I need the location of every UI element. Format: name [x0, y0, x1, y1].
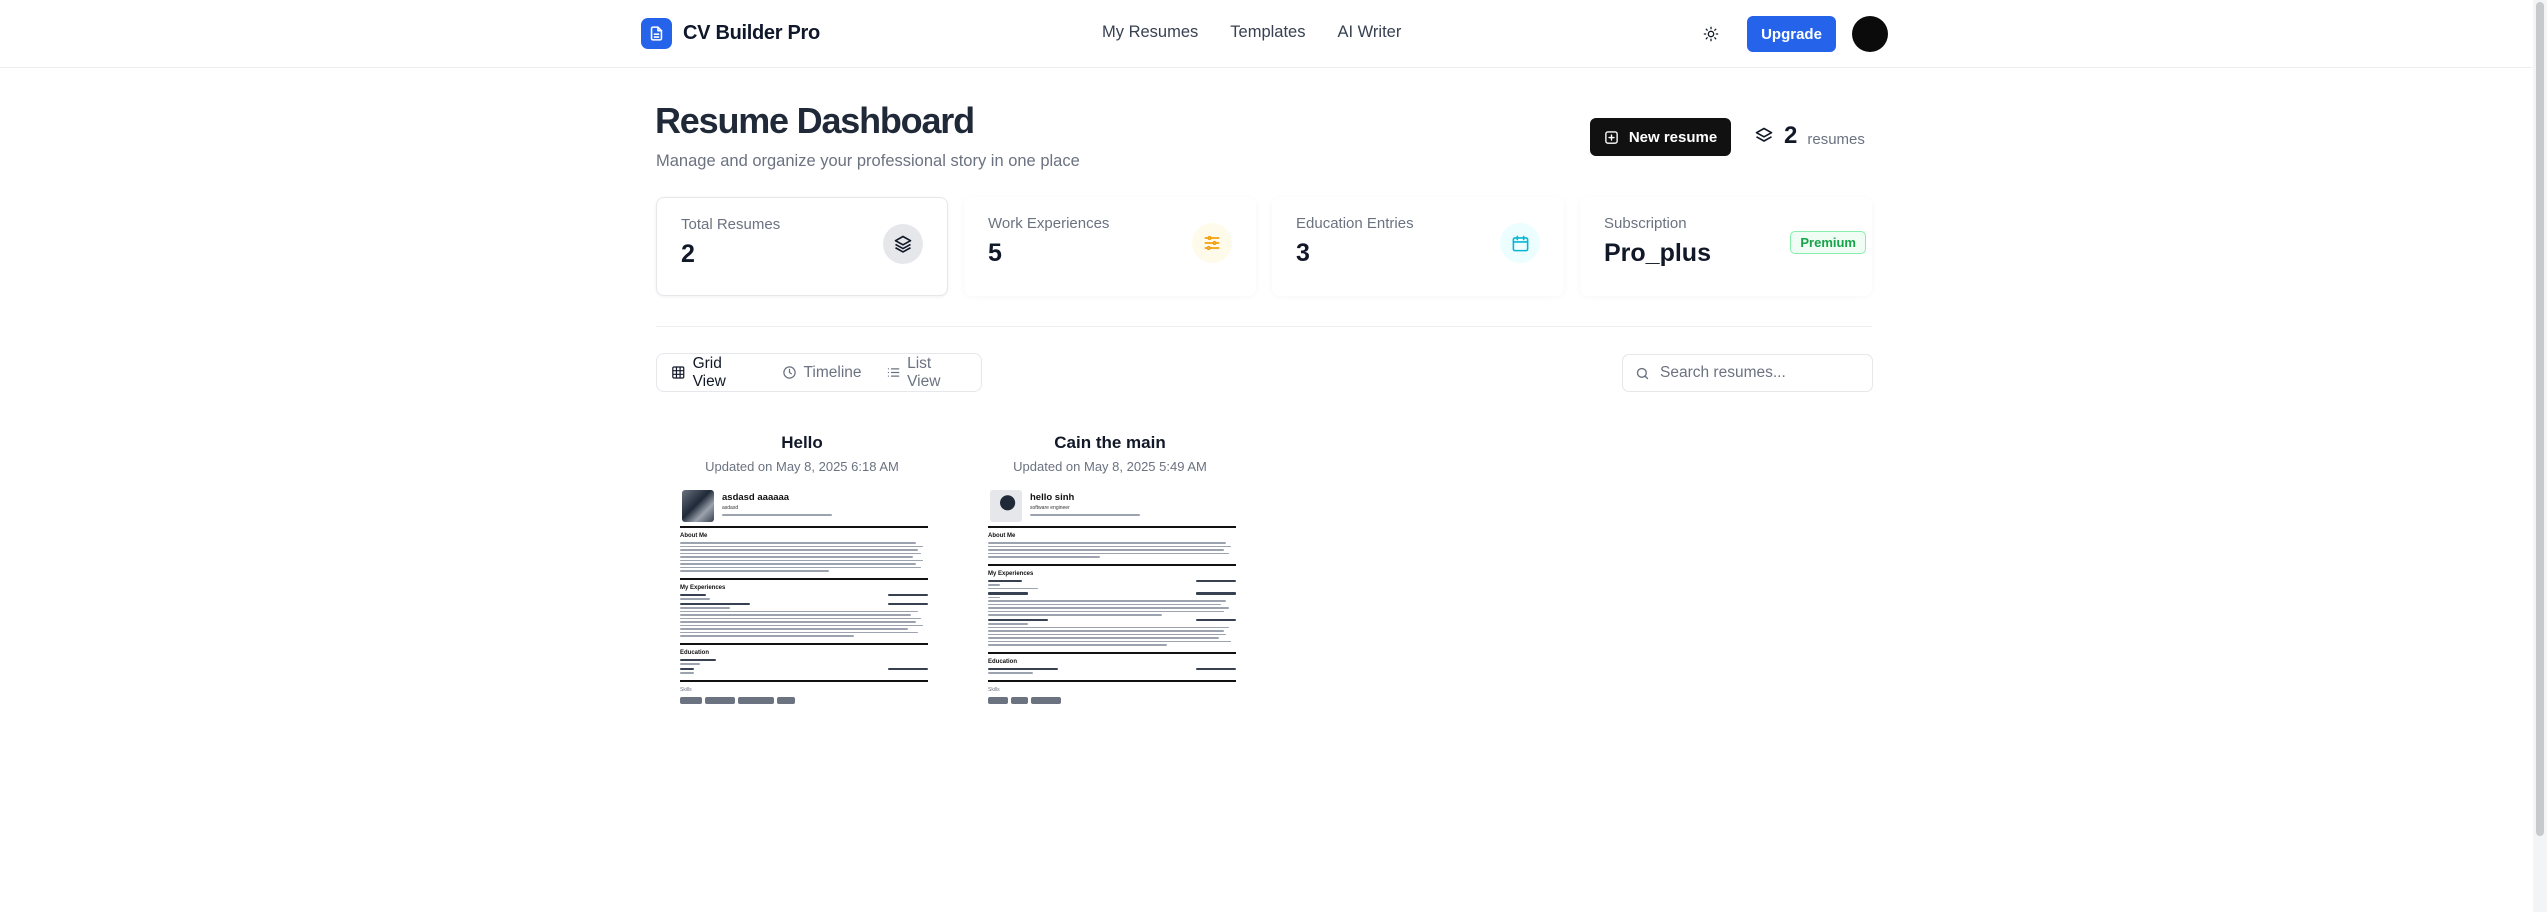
stat-value: 5: [988, 239, 1002, 267]
preview-header: asdasd aaaaaa asdasd: [680, 486, 928, 524]
tab-timeline[interactable]: Timeline: [772, 358, 872, 388]
preview-name: hello sinh: [1030, 492, 1075, 503]
preview-section-title: About Me: [680, 533, 708, 539]
page-title: Resume Dashboard: [655, 100, 975, 141]
plus-square-icon: [1605, 130, 1618, 144]
search-box[interactable]: [1622, 354, 1873, 392]
resume-card[interactable]: Hello Updated on May 8, 2025 6:18 AM asd…: [667, 433, 937, 838]
stat-value: 3: [1296, 239, 1310, 267]
nav-templates[interactable]: Templates: [1230, 23, 1305, 42]
resume-count-value: 2: [1784, 122, 1798, 149]
section-divider: [656, 326, 1872, 327]
stat-card-work-experiences[interactable]: Work Experiences 5: [964, 197, 1256, 296]
search-icon: [1636, 367, 1649, 379]
tab-label: Timeline: [803, 363, 862, 381]
user-avatar[interactable]: [1852, 16, 1888, 52]
stat-card-subscription[interactable]: Subscription Pro_plus Premium: [1580, 197, 1872, 296]
resume-card[interactable]: Cain the main Updated on May 8, 2025 5:4…: [975, 433, 1245, 838]
main-nav: My Resumes Templates AI Writer: [1102, 23, 1401, 42]
nav-my-resumes[interactable]: My Resumes: [1102, 23, 1198, 42]
profile-photo: [990, 490, 1022, 522]
preview-section-title: Skills: [680, 686, 692, 693]
sun-icon[interactable]: [1700, 23, 1722, 45]
preview-section-title: About Me: [988, 533, 1016, 539]
list-icon: [887, 368, 899, 377]
preview-contact-line: [1030, 514, 1140, 516]
preview-rule: [680, 642, 928, 645]
stat-value: Pro_plus: [1604, 239, 1711, 267]
profile-photo: [682, 490, 714, 522]
preview-rule: [680, 526, 928, 528]
resume-count: 2 resumes: [1754, 122, 1865, 150]
preview-contact-line: [722, 514, 832, 516]
preview-header: hello sinh software engineer: [988, 486, 1236, 524]
resume-title: Cain the main: [1054, 433, 1166, 452]
preview-section-title: Skills: [988, 686, 1000, 693]
search-input[interactable]: [1660, 364, 1860, 382]
preview-name: asdasd aaaaaa: [722, 492, 790, 503]
preview-section-title: Education: [680, 649, 710, 656]
preview-rule: [680, 577, 928, 580]
app-name: CV Builder Pro: [683, 22, 820, 44]
stat-label: Subscription: [1604, 215, 1687, 232]
upgrade-button[interactable]: Upgrade: [1747, 16, 1836, 52]
tab-label: List View: [907, 354, 941, 390]
page-subtitle: Manage and organize your professional st…: [656, 152, 1080, 170]
resume-title: Hello: [781, 433, 823, 452]
brand[interactable]: CV Builder Pro: [641, 18, 820, 49]
preview-section-title: Education: [988, 658, 1018, 665]
scrollbar-thumb[interactable]: [2536, 2, 2544, 836]
tab-label: Grid View: [692, 354, 726, 390]
new-resume-label: New resume: [1628, 128, 1718, 146]
tab-list-view[interactable]: List View: [876, 349, 977, 397]
clock-icon: [782, 366, 796, 379]
grid-icon: [672, 366, 685, 379]
resume-updated: Updated on May 8, 2025 6:18 AM: [705, 459, 899, 474]
resume-count-unit: resumes: [1807, 130, 1865, 148]
preview-rule: [988, 651, 1236, 654]
preview-skills: [988, 696, 1236, 704]
preview-role: software engineer: [1030, 505, 1070, 511]
stat-card-total-resumes[interactable]: Total Resumes 2: [656, 197, 948, 296]
top-navigation-bar: CV Builder Pro My Resumes Templates AI W…: [0, 0, 2532, 68]
preview-section-title: My Experiences: [680, 584, 726, 591]
stat-label: Education Entries: [1296, 215, 1414, 232]
preview-section-title: My Experiences: [988, 570, 1034, 577]
preview-rule: [988, 526, 1236, 528]
sliders-icon: [1192, 223, 1232, 263]
new-resume-button[interactable]: New resume: [1590, 118, 1731, 156]
resume-preview: asdasd aaaaaa asdasd About Me My Experie…: [680, 486, 928, 836]
stat-value: 2: [681, 240, 695, 268]
preview-rule: [988, 679, 1236, 682]
stat-card-education-entries[interactable]: Education Entries 3: [1272, 197, 1564, 296]
document-icon: [641, 18, 672, 49]
resume-updated: Updated on May 8, 2025 5:49 AM: [1013, 459, 1207, 474]
premium-badge: Premium: [1790, 231, 1866, 254]
stat-label: Work Experiences: [988, 215, 1110, 232]
resume-preview: hello sinh software engineer About Me My…: [988, 486, 1236, 836]
stat-label: Total Resumes: [681, 216, 781, 233]
layers-icon: [1755, 127, 1773, 142]
preview-skills: [680, 696, 928, 704]
tab-grid-view[interactable]: Grid View: [661, 349, 768, 397]
calendar-icon: [1500, 223, 1540, 263]
preview-rule: [988, 563, 1236, 566]
preview-role: asdasd: [722, 505, 739, 511]
view-switcher: Grid View Timeline List View: [656, 353, 982, 392]
layers-icon: [883, 224, 923, 264]
preview-rule: [680, 679, 928, 682]
nav-ai-writer[interactable]: AI Writer: [1337, 23, 1401, 42]
